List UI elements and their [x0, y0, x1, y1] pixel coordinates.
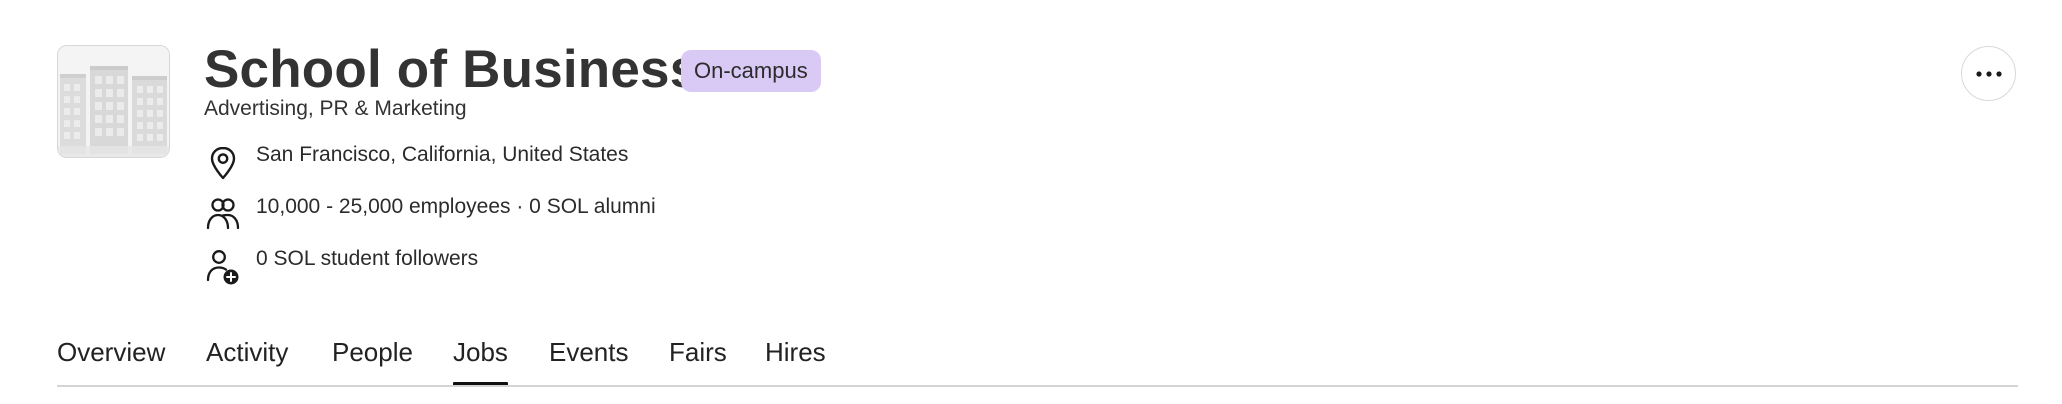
- employees-text: 10,000 - 25,000 employees · 0 SOL alumni: [256, 195, 656, 218]
- person-plus-icon: [206, 250, 239, 285]
- tabs-divider: [57, 385, 2018, 387]
- tab-hires[interactable]: Hires: [765, 330, 826, 374]
- tab-events[interactable]: Events: [549, 330, 629, 374]
- tab-overview[interactable]: Overview: [57, 330, 165, 374]
- ellipsis-icon: [1975, 70, 2002, 77]
- company-logo: [57, 45, 170, 158]
- industry-subtitle: Advertising, PR & Marketing: [204, 97, 467, 120]
- followers-text: 0 SOL student followers: [256, 247, 479, 270]
- tab-fairs[interactable]: Fairs: [669, 330, 727, 374]
- map-pin-icon: [210, 146, 236, 180]
- tab-people[interactable]: People: [332, 330, 413, 374]
- office-buildings-icon: [58, 46, 169, 157]
- location-text: San Francisco, California, United States: [256, 143, 629, 166]
- tab-jobs[interactable]: Jobs: [453, 330, 508, 386]
- on-campus-badge: On-campus: [681, 50, 821, 92]
- page-title: School of Business: [204, 40, 700, 99]
- tab-activity[interactable]: Activity: [206, 330, 288, 374]
- people-icon: [206, 198, 240, 230]
- more-options-button[interactable]: [1961, 46, 2016, 101]
